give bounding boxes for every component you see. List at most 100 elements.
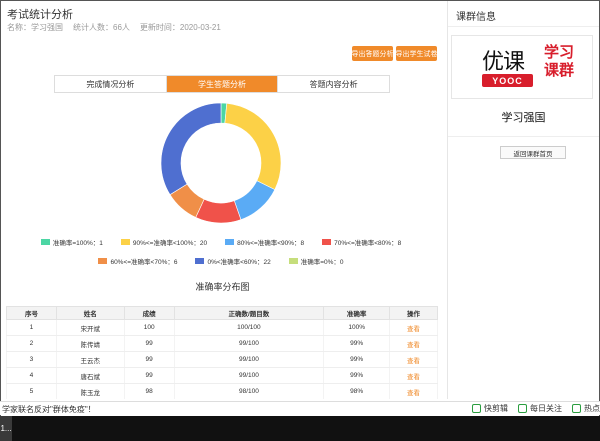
status-tools: 快剪辑 每日关注 热点 — [472, 403, 600, 414]
table-row: 1 宋开斌 100 100/100 100% 查看 — [6, 319, 438, 336]
quick-edit-tool[interactable]: 快剪辑 — [472, 403, 508, 414]
legend-label: 60%<=准确率<70%：6 — [110, 259, 178, 266]
table-cell: 99% — [323, 367, 391, 384]
donut-slice[interactable] — [224, 102, 282, 190]
logo-youke-text: 优课 — [482, 50, 525, 75]
legend-label: 准确率=100%：1 — [52, 240, 103, 247]
tab-completion[interactable]: 完成情况分析 — [55, 76, 167, 92]
logo-xuexi-kequn: 学习 课群 — [544, 44, 574, 80]
divider — [448, 136, 599, 137]
legend-item[interactable]: 0%<准确率<60%：22 — [195, 256, 271, 266]
chart-legend-row-2: 60%<=准确率<70%：6 0%<准确率<60%：22 准确率=0%：0 — [11, 256, 431, 266]
chart-title: 准确率分布图 — [195, 282, 250, 292]
legend-label: 0%<准确率<60%：22 — [207, 259, 271, 266]
fire-icon — [572, 404, 581, 413]
table-row: 3 王云杰 99 99/100 99% 查看 — [6, 351, 438, 368]
view-link[interactable]: 查看 — [389, 335, 438, 352]
table-cell: 99 — [123, 335, 175, 352]
logo-xuexi-text: 学习 — [544, 44, 575, 61]
table-cell: 99/100 — [173, 335, 325, 352]
table-row: 2 陈传靖 99 99/100 99% 查看 — [6, 335, 438, 352]
analysis-tabs: 完成情况分析 学生答题分析 答题内容分析 — [54, 75, 390, 93]
tool-label: 每日关注 — [530, 404, 562, 413]
student-table: 序号 姓名 成绩 正确数/题目数 准确率 操作 1 宋开斌 100 100/100 10… — [6, 306, 438, 399]
table-cell: 98% — [323, 383, 391, 399]
col-index: 序号 — [6, 306, 57, 320]
table-cell: 王云杰 — [55, 351, 125, 368]
tab-student-answers[interactable]: 学生答题分析 — [166, 76, 279, 92]
table-cell: 唐石斌 — [55, 367, 125, 384]
col-correct: 正确数/题目数 — [173, 306, 325, 320]
play-icon — [472, 404, 481, 413]
legend-item[interactable]: 准确率=0%：0 — [288, 256, 344, 266]
main-panel: 考试统计分析 名称：学习强国 统计人数：66人 更新时间：2020-03-21 … — [1, 1, 444, 399]
legend-swatch — [40, 239, 50, 245]
legend-label: 70%<=准确率<80%：8 — [334, 240, 402, 247]
news-ticker[interactable]: 学家联名反对"群体免疫"！ — [2, 404, 96, 415]
col-score: 成绩 — [123, 306, 175, 320]
export-papers-button[interactable]: 导出学生试卷 — [396, 46, 438, 61]
update-time: 更新时间：2020-03-21 — [139, 23, 221, 32]
table-header-row: 序号 姓名 成绩 正确数/题目数 准确率 操作 — [6, 306, 438, 320]
legend-swatch — [120, 239, 130, 245]
legend-swatch — [322, 239, 332, 245]
table-cell: 99 — [123, 367, 175, 384]
view-link[interactable]: 查看 — [389, 367, 438, 384]
donut-slice[interactable] — [160, 102, 222, 196]
table-cell: 99/100 — [173, 367, 325, 384]
col-action: 操作 — [389, 306, 438, 320]
legend-item[interactable]: 准确率=100%：1 — [40, 237, 103, 247]
table-cell: 5 — [6, 383, 57, 399]
legend-item[interactable]: 60%<=准确率<70%：6 — [98, 256, 177, 266]
legend-swatch — [98, 258, 108, 264]
yooc-logo: 优课 YOOC 学习 课群 — [451, 35, 593, 99]
table-cell: 99 — [123, 351, 175, 368]
legend-swatch — [288, 258, 298, 264]
view-link[interactable]: 查看 — [389, 383, 438, 399]
view-link[interactable]: 查看 — [389, 319, 438, 336]
table-cell: 99/100 — [173, 351, 325, 368]
calendar-icon — [518, 404, 527, 413]
table-cell: 99% — [323, 335, 391, 352]
view-link[interactable]: 查看 — [389, 351, 438, 368]
divider — [448, 26, 599, 27]
tab-answer-content[interactable]: 答题内容分析 — [278, 76, 390, 92]
student-count: 统计人数：66人 — [73, 23, 130, 32]
table-cell: 100 — [123, 319, 175, 336]
legend-swatch — [195, 258, 205, 264]
page-title: 考试统计分析 — [7, 9, 73, 21]
legend-item[interactable]: 80%<=准确率<90%：8 — [225, 237, 304, 247]
export-answers-button[interactable]: 导出答题分析 — [352, 46, 394, 61]
legend-swatch — [225, 239, 235, 245]
table-cell: 2 — [6, 335, 57, 352]
col-accuracy: 准确率 — [323, 306, 391, 320]
table-cell: 98/100 — [173, 383, 325, 399]
chart-legend-row-1: 准确率=100%：1 90%<=准确率<100%：20 80%<=准确率<90%：8… — [11, 237, 431, 247]
legend-label: 准确率=0%：0 — [300, 259, 344, 266]
table-cell: 100% — [323, 319, 391, 336]
table-cell: 3 — [6, 351, 57, 368]
table-cell: 98 — [123, 383, 175, 399]
back-to-group-button[interactable]: 返回课群首页 — [500, 146, 566, 159]
legend-item[interactable]: 70%<=准确率<80%：8 — [322, 237, 401, 247]
table-cell: 1 — [6, 319, 57, 336]
legend-item[interactable]: 90%<=准确率<100%：20 — [120, 237, 208, 247]
table-row: 4 唐石斌 99 99/100 99% 查看 — [6, 367, 438, 384]
taskbar-item[interactable]: 1... — [0, 416, 12, 441]
browser-status-bar: 学家联名反对"群体免疫"！ 快剪辑 每日关注 热点 — [0, 401, 600, 415]
exam-name: 名称：学习强国 — [7, 23, 63, 32]
legend-label: 80%<=准确率<90%：8 — [237, 240, 305, 247]
table-cell: 宋开斌 — [55, 319, 125, 336]
donut-slice[interactable] — [233, 180, 276, 220]
tool-label: 快剪辑 — [484, 404, 508, 413]
exam-meta: 名称：学习强国 统计人数：66人 更新时间：2020-03-21 — [7, 22, 221, 33]
table-cell: 陈玉龙 — [55, 383, 125, 399]
table-cell: 100/100 — [173, 319, 325, 336]
logo-yooc-badge: YOOC — [482, 74, 533, 87]
legend-label: 90%<=准确率<100%：20 — [132, 240, 208, 247]
table-row: 5 陈玉龙 98 98/100 98% 查看 — [6, 383, 438, 399]
hot-tool[interactable]: 热点 — [572, 403, 600, 414]
daily-focus-tool[interactable]: 每日关注 — [518, 403, 562, 414]
table-cell: 99% — [323, 351, 391, 368]
logo-kequn-text: 课群 — [544, 62, 575, 79]
